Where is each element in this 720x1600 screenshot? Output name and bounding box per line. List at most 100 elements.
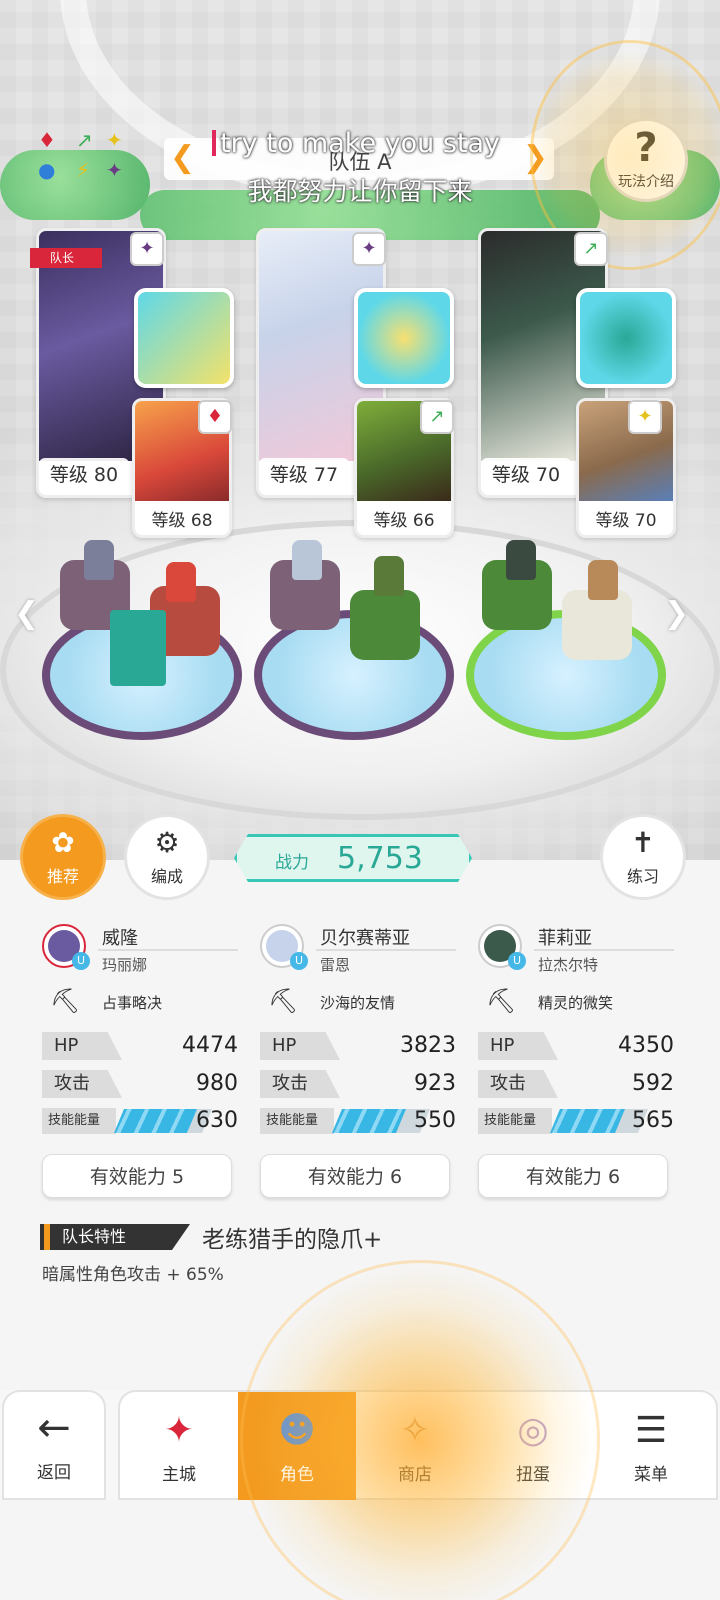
attack-value: 923	[414, 1071, 456, 1096]
hero-stats-column-1: U 威隆 玛丽娜 ⛏ 占事略决 HP 4474 攻击 980 技能能量 630 …	[42, 920, 238, 1210]
support-hero-name: 拉杰尔特	[538, 956, 599, 974]
formation-gear-icon: ⚙	[154, 826, 180, 859]
main-city-icon: ✦	[163, 1410, 195, 1451]
character-icon: ☻	[278, 1410, 316, 1451]
hero-name: 威隆	[102, 928, 138, 949]
skill-energy-value: 565	[632, 1108, 674, 1133]
formation-label: 编成	[150, 867, 183, 886]
training-dummy-icon: ✝	[631, 826, 655, 859]
hp-stat: HP 4474	[42, 1032, 238, 1062]
skill-energy-bar	[550, 1109, 625, 1133]
effective-ability-button[interactable]: 有效能力 5	[42, 1154, 232, 1198]
wind-element-icon: ↗	[420, 400, 454, 434]
skill-energy-stat: 技能能量 630	[42, 1106, 238, 1136]
equipment-slot[interactable]	[354, 288, 454, 388]
practice-button[interactable]: ✝ 练习	[600, 814, 686, 900]
hp-label: HP	[42, 1032, 122, 1060]
attack-label: 攻击	[260, 1070, 340, 1098]
nav-bar: ✦ 主城 ☻ 角色 ✧ 商店 ◎ 扭蛋 ☰ 菜单	[118, 1390, 718, 1502]
hp-label: HP	[478, 1032, 558, 1060]
skill-energy-bar	[114, 1109, 197, 1133]
nav-item-characters[interactable]: ☻ 角色	[238, 1392, 356, 1502]
nav-label: 扭蛋	[516, 1465, 550, 1485]
support-hero-level: 等级 66	[373, 511, 435, 531]
nav-label: 菜单	[634, 1465, 668, 1485]
nav-item-menu[interactable]: ☰ 菜单	[592, 1392, 710, 1502]
hero-name: 菲莉亚	[538, 928, 592, 949]
leader-trait: 队长特性 老练猎手的隐爪+	[40, 1220, 680, 1256]
leader-trait-description: 暗属性角色攻击 + 65%	[42, 1265, 224, 1285]
support-hero-level: 等级 68	[151, 511, 213, 531]
nav-label: 主城	[162, 1465, 196, 1485]
leader-trait-tag: 队长特性	[40, 1224, 190, 1250]
nav-item-gacha[interactable]: ◎ 扭蛋	[474, 1392, 592, 1502]
combat-power-badge: 战力 5,753	[234, 834, 472, 882]
hp-value: 3823	[400, 1033, 456, 1058]
hero-stats-column-3: U 菲莉亚 拉杰尔特 ⛏ 精灵的微笑 HP 4350 攻击 592 技能能量 5…	[478, 920, 674, 1210]
combat-power-label: 战力	[275, 853, 309, 873]
divider	[98, 949, 238, 951]
attack-value: 592	[632, 1071, 674, 1096]
weapon-skill-name: 精灵的微笑	[538, 994, 614, 1012]
skill-energy-label: 技能能量	[42, 1108, 116, 1134]
unique-weapon-icon: U	[72, 952, 90, 970]
nav-bottom-strip	[0, 1500, 720, 1600]
nav-label: 商店	[398, 1465, 432, 1485]
hero-level: 等级 77	[259, 458, 349, 489]
skill-energy-bar	[332, 1109, 406, 1133]
shop-bag-icon: ✧	[399, 1410, 431, 1451]
back-label: 返回	[37, 1463, 71, 1483]
attack-stat: 攻击 980	[42, 1070, 238, 1100]
back-arrow-icon: ←	[37, 1405, 71, 1451]
skill-energy-value: 630	[196, 1108, 238, 1133]
nav-item-main-city[interactable]: ✦ 主城	[120, 1392, 238, 1502]
hp-value: 4474	[182, 1033, 238, 1058]
hero-stats-column-2: U 贝尔赛蒂亚 雷恩 ⛏ 沙海的友情 HP 3823 攻击 923 技能能量 5…	[260, 920, 456, 1210]
equipment-tablet-icon	[110, 610, 166, 686]
light-element-icon: ✦	[628, 400, 662, 434]
chibi-hero	[292, 540, 322, 580]
scene-next-icon[interactable]: ❯	[664, 596, 689, 631]
recommend-button[interactable]: ✿ 推荐	[20, 814, 106, 900]
dark-element-icon: ✦	[130, 232, 164, 266]
leader-trait-title: 老练猎手的隐爪+	[202, 1227, 383, 1253]
weapon-skill-name: 占事略决	[102, 994, 163, 1012]
hero-level: 等级 70	[481, 458, 571, 489]
attack-value: 980	[196, 1071, 238, 1096]
effective-ability-button[interactable]: 有效能力 6	[478, 1154, 668, 1198]
menu-list-icon: ☰	[634, 1410, 668, 1451]
support-hero-level: 等级 70	[595, 511, 657, 531]
back-button[interactable]: ← 返回	[2, 1390, 106, 1500]
equipment-slot[interactable]	[576, 288, 676, 388]
fire-element-icon: ♦	[198, 400, 232, 434]
gacha-icon: ◎	[517, 1410, 549, 1451]
chibi-hero	[374, 556, 404, 596]
recommend-icon: ✿	[51, 826, 75, 859]
hp-stat: HP 4350	[478, 1032, 674, 1062]
formation-button[interactable]: ⚙ 编成	[124, 814, 210, 900]
question-icon: ?	[634, 125, 658, 171]
weapon-skill-icon: ⛏	[486, 987, 517, 1015]
skill-energy-label: 技能能量	[478, 1108, 552, 1134]
nav-label: 角色	[280, 1465, 314, 1485]
nav-item-shop[interactable]: ✧ 商店	[356, 1392, 474, 1502]
effective-ability-button[interactable]: 有效能力 6	[260, 1154, 450, 1198]
skill-energy-label: 技能能量	[260, 1108, 334, 1134]
unique-weapon-icon: U	[290, 952, 308, 970]
combat-power-value: 5,753	[337, 841, 423, 876]
equipment-slot[interactable]	[134, 288, 234, 388]
hp-value: 4350	[618, 1033, 674, 1058]
skill-energy-value: 550	[414, 1108, 456, 1133]
divider	[534, 949, 674, 951]
help-button[interactable]: ? 玩法介绍	[604, 118, 688, 202]
weapon-skill-name: 沙海的友情	[320, 994, 396, 1012]
dark-element-icon: ✦	[352, 232, 386, 266]
divider	[316, 949, 456, 951]
weapon-skill-icon: ⛏	[268, 987, 299, 1015]
skill-energy-stat: 技能能量 550	[260, 1106, 456, 1136]
wind-element-icon: ↗	[574, 232, 608, 266]
scene-prev-icon[interactable]: ❮	[14, 596, 39, 631]
weapon-skill-icon: ⛏	[50, 987, 81, 1015]
attack-stat: 攻击 592	[478, 1070, 674, 1100]
bottom-navigation: ← 返回 ✦ 主城 ☻ 角色 ✧ 商店 ◎ 扭蛋 ☰ 菜单	[0, 1390, 720, 1600]
